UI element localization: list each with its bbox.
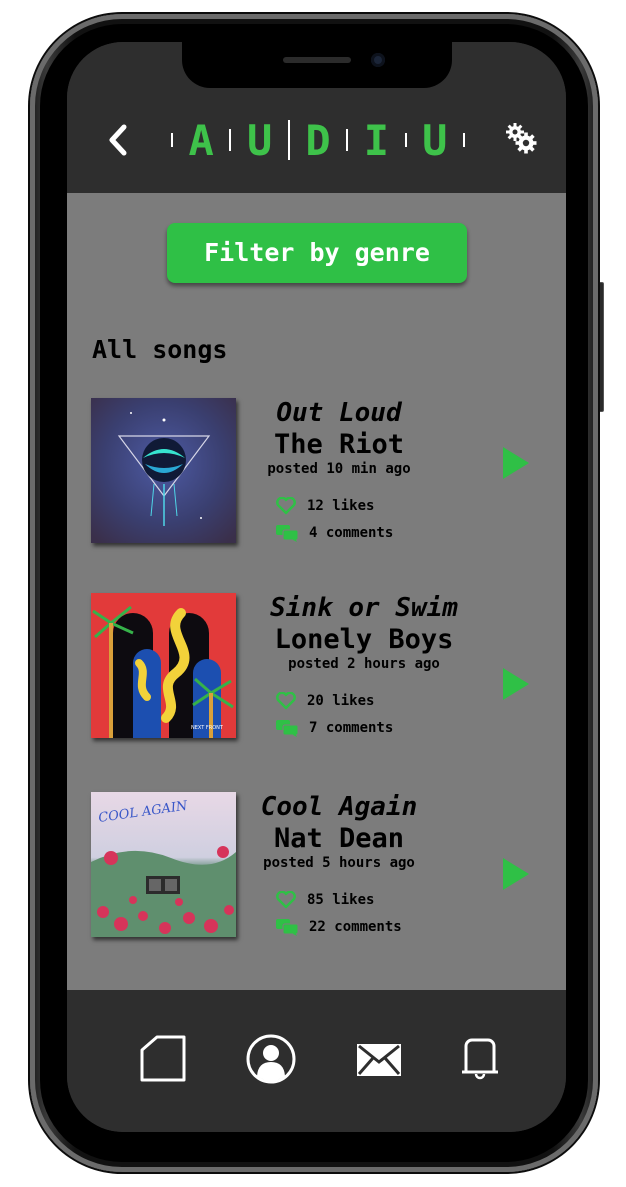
logo-bar [346, 129, 349, 151]
likes-label: 85 likes [307, 892, 375, 908]
comments-count[interactable]: 22 comments [275, 918, 402, 936]
gears-icon [506, 123, 537, 154]
profile-icon[interactable] [246, 1034, 296, 1084]
song-artist: Nat Dean [273, 823, 405, 854]
bell-icon[interactable] [460, 1034, 500, 1082]
likes-count[interactable]: 12 likes [275, 497, 374, 515]
song-item[interactable]: Out Loud The Riot posted 10 min ago 12 l… [67, 398, 566, 544]
logo-letter: I [363, 115, 390, 165]
back-button[interactable] [107, 122, 129, 158]
song-artist: Lonely Boys [274, 624, 454, 655]
play-icon[interactable] [502, 446, 530, 480]
song-title: Out Loud [276, 398, 402, 428]
logo-bar [229, 129, 232, 151]
cover-text: NEXT FRONT [191, 725, 224, 731]
phone-notch [182, 42, 452, 88]
front-camera [371, 53, 385, 67]
logo-letter: U [246, 115, 273, 165]
filter-by-genre-button[interactable]: Filter by genre [167, 223, 467, 283]
app-screen: A U D I U Filter by genre All songs Out … [67, 42, 566, 1132]
logo-letter: A [188, 115, 214, 165]
comments-count[interactable]: 7 comments [275, 719, 393, 737]
song-title: Cool Again [260, 792, 418, 822]
comments-count[interactable]: 4 comments [275, 524, 393, 542]
chevron-left-icon [109, 124, 127, 156]
comments-icon [276, 720, 299, 737]
play-icon[interactable] [502, 667, 530, 701]
settings-button[interactable] [505, 122, 537, 154]
likes-label: 20 likes [307, 693, 375, 709]
bottom-nav [67, 990, 566, 1132]
logo-bar [171, 133, 173, 147]
speaker-grille [283, 57, 351, 63]
section-title: All songs [92, 335, 228, 364]
app-header: A U D I U [67, 42, 566, 193]
song-feed: Filter by genre All songs Out Loud The R… [67, 193, 566, 990]
mail-icon[interactable] [355, 1042, 403, 1078]
song-posted-time: posted 5 hours ago [263, 855, 415, 871]
logo-bar [404, 133, 407, 147]
song-item[interactable]: NEXT FRONT Sink or Swim Lonely Boys post… [67, 593, 566, 739]
likes-count[interactable]: 20 likes [275, 692, 374, 710]
logo-letter: D [305, 115, 331, 165]
comments-label: 4 comments [309, 525, 394, 541]
song-posted-time: posted 2 hours ago [288, 656, 440, 672]
likes-label: 12 likes [307, 498, 375, 514]
app-logo: A U D I U [171, 115, 465, 165]
logo-bar [462, 133, 465, 147]
comments-label: 22 comments [309, 919, 402, 935]
likes-count[interactable]: 85 likes [275, 891, 374, 909]
album-cover: NEXT FRONT [91, 593, 236, 738]
home-icon[interactable] [139, 1034, 187, 1082]
song-title: Sink or Swim [270, 593, 458, 623]
comments-icon [276, 919, 299, 936]
logo-bar [287, 120, 290, 160]
song-artist: The Riot [273, 429, 405, 460]
comments-icon [276, 525, 299, 542]
heart-icon [276, 692, 296, 710]
song-posted-time: posted 10 min ago [267, 461, 411, 477]
logo-letter: U [422, 115, 448, 165]
song-item[interactable]: COOL AGAIN Cool Again Nat Dean posted 5 … [67, 792, 566, 938]
heart-icon [276, 891, 296, 909]
comments-label: 7 comments [309, 720, 394, 736]
heart-icon [276, 497, 296, 515]
play-icon[interactable] [502, 857, 530, 891]
